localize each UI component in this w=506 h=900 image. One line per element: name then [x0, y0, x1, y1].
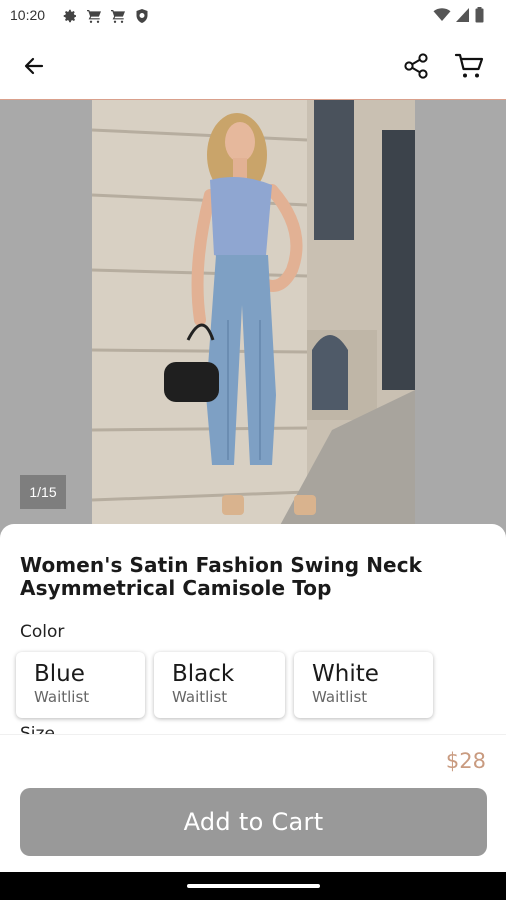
color-options: Blue Waitlist Black Waitlist White Waitl…	[16, 652, 433, 718]
color-label: Color	[20, 622, 65, 642]
signal-icon	[456, 8, 469, 22]
back-button[interactable]	[18, 50, 50, 82]
cart-icon	[111, 10, 125, 23]
color-option-status: Waitlist	[34, 688, 90, 706]
product-photo-illustration	[92, 100, 415, 540]
size-label: Size	[20, 724, 55, 734]
color-option-name: Black	[172, 661, 235, 687]
product-title: Women's Satin Fashion Swing Neck Asymmet…	[20, 553, 423, 600]
share-button[interactable]	[398, 48, 434, 84]
color-option-status: Waitlist	[312, 688, 368, 706]
color-option-status: Waitlist	[172, 688, 228, 706]
gear-icon	[63, 9, 76, 23]
color-option-name: White	[312, 661, 379, 687]
status-bar: 10:20	[0, 0, 506, 32]
purchase-footer: $28 Add to Cart	[0, 734, 506, 872]
status-system-icons	[433, 7, 484, 23]
cart-icon	[87, 10, 101, 23]
image-counter: 1/15	[20, 475, 66, 509]
system-navigation-bar	[0, 872, 506, 900]
app-bar	[0, 32, 506, 100]
product-photo	[92, 100, 415, 540]
color-option-name: Blue	[34, 661, 85, 687]
cart-icon	[454, 53, 484, 78]
color-option-black[interactable]: Black Waitlist	[154, 652, 285, 718]
share-icon	[404, 53, 428, 79]
color-option-white[interactable]: White Waitlist	[294, 652, 433, 718]
product-image-gallery[interactable]: 1/15	[0, 100, 506, 540]
status-notification-icons	[62, 8, 150, 24]
arrow-left-icon	[24, 57, 44, 75]
cart-button[interactable]	[451, 48, 487, 84]
color-option-blue[interactable]: Blue Waitlist	[16, 652, 145, 718]
status-time: 10:20	[10, 7, 46, 23]
wifi-icon	[433, 8, 451, 21]
battery-icon	[475, 7, 484, 23]
add-to-cart-button[interactable]: Add to Cart	[20, 788, 487, 856]
shield-icon	[136, 9, 148, 23]
product-details-sheet: Women's Satin Fashion Swing Neck Asymmet…	[0, 524, 506, 734]
home-indicator[interactable]	[187, 884, 320, 888]
price: $28	[445, 749, 486, 773]
